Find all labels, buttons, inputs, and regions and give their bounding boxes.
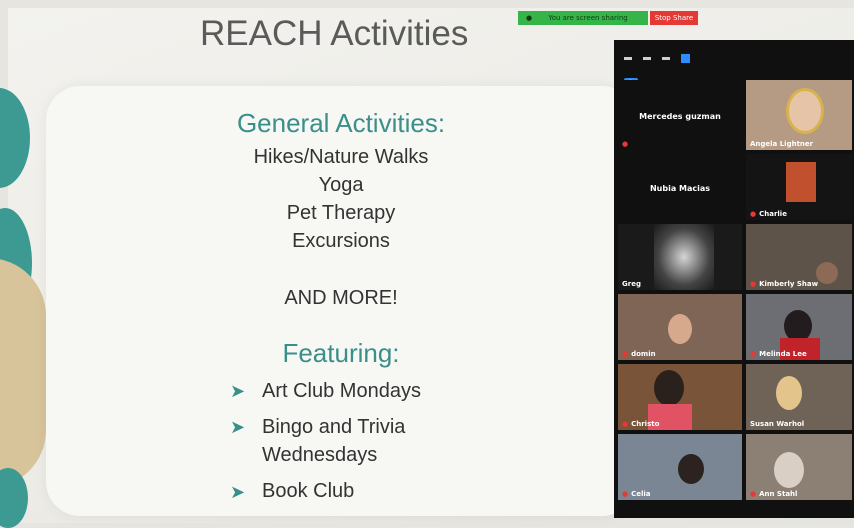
screen-sharing-bar[interactable]: ● You are screen sharing (518, 11, 648, 25)
bullet-arrow-icon: ➤ (230, 417, 246, 438)
share-indicator-icon: ● (526, 14, 533, 22)
activity-item: Pet Therapy (286, 202, 396, 224)
and-more-text: AND MORE! (284, 287, 398, 309)
decor-shape (0, 88, 30, 188)
participant-tile[interactable]: ● Charlie (746, 154, 852, 220)
mic-muted-icon: ● (622, 490, 629, 498)
participant-name-label: ● Kimberly Shaw (750, 280, 819, 288)
participant-video (678, 454, 704, 484)
decor-shape (0, 468, 28, 528)
participant-name-label: ● Celia (622, 490, 651, 498)
participant-tile[interactable]: ● Ann Stahl (746, 434, 852, 500)
participant-name: Susan Warhol (750, 420, 805, 428)
gallery-view-toolbar (624, 48, 696, 63)
participant-video (786, 162, 816, 202)
minimize-icon[interactable] (624, 57, 632, 60)
participant-video (654, 370, 684, 406)
participant-tile[interactable]: ● Celia (618, 434, 742, 500)
participant-tile[interactable]: Greg (618, 224, 742, 290)
view-icon[interactable] (643, 57, 652, 60)
participant-tile[interactable]: Angela Lightner (746, 80, 852, 150)
participant-name-label: ● Christo (622, 420, 660, 428)
mic-muted-icon: ● (750, 210, 757, 218)
gallery-view-icon[interactable] (681, 54, 691, 63)
slide-title: REACH Activities (200, 14, 469, 53)
participant-tile[interactable]: ● Kimberly Shaw (746, 224, 852, 290)
participant-name: Angela Lightner (750, 140, 814, 148)
participant-name: Nubia Macias (649, 183, 711, 193)
participant-name-label: ● domin (622, 350, 656, 358)
participant-video (774, 452, 804, 488)
participant-tile[interactable]: Susan Warhol (746, 364, 852, 430)
mic-muted-icon: ● (750, 280, 757, 288)
featuring-item: Bingo and Trivia (262, 416, 406, 438)
stop-share-button[interactable]: Stop Share (650, 11, 698, 25)
featuring-item: Wednesdays (262, 444, 378, 466)
participant-tile[interactable]: ● Christo (618, 364, 742, 430)
general-activities-heading: General Activities: (236, 108, 446, 138)
view-icon[interactable] (662, 57, 671, 60)
featuring-item: Book Club (262, 480, 355, 502)
participant-video (816, 262, 838, 284)
mic-muted-icon: ● (622, 140, 629, 148)
participant-tile[interactable]: Nubia Macias (618, 154, 742, 220)
participant-name-label: ● Melinda Lee (750, 350, 807, 358)
participant-tile[interactable]: ● domin (618, 294, 742, 360)
activity-item: Hikes/Nature Walks (253, 146, 429, 168)
participant-tile[interactable]: ● Melinda Lee (746, 294, 852, 360)
bullet-arrow-icon: ➤ (230, 482, 246, 503)
participant-name: Mercedes guzman (639, 111, 721, 121)
decor-shape (0, 258, 46, 488)
participant-video (654, 224, 714, 290)
mic-muted-icon: ● (750, 350, 757, 358)
participant-video (776, 376, 802, 410)
participant-tile[interactable]: Mercedes guzman ● (618, 80, 742, 150)
participant-video (668, 314, 692, 344)
featuring-item: Art Club Mondays (262, 380, 421, 402)
participant-name: Greg (622, 280, 641, 288)
activity-item: Excursions (292, 230, 390, 252)
participant-name-label: ● Ann Stahl (750, 490, 798, 498)
bullet-arrow-icon: ➤ (230, 381, 246, 402)
mic-muted-icon: ● (622, 420, 629, 428)
activity-item: Yoga (318, 174, 364, 196)
mic-muted-icon: ● (750, 490, 757, 498)
featuring-heading: Featuring: (282, 338, 400, 368)
participant-name-label: ● Charlie (750, 210, 787, 218)
share-message: You are screen sharing (548, 14, 628, 22)
participant-video (786, 88, 824, 134)
mic-muted-icon: ● (622, 350, 629, 358)
participant-status: ● (622, 140, 631, 148)
zoom-gallery-panel: ✋ Mercedes guzman ● Angela Lightner Nubi… (614, 40, 854, 518)
